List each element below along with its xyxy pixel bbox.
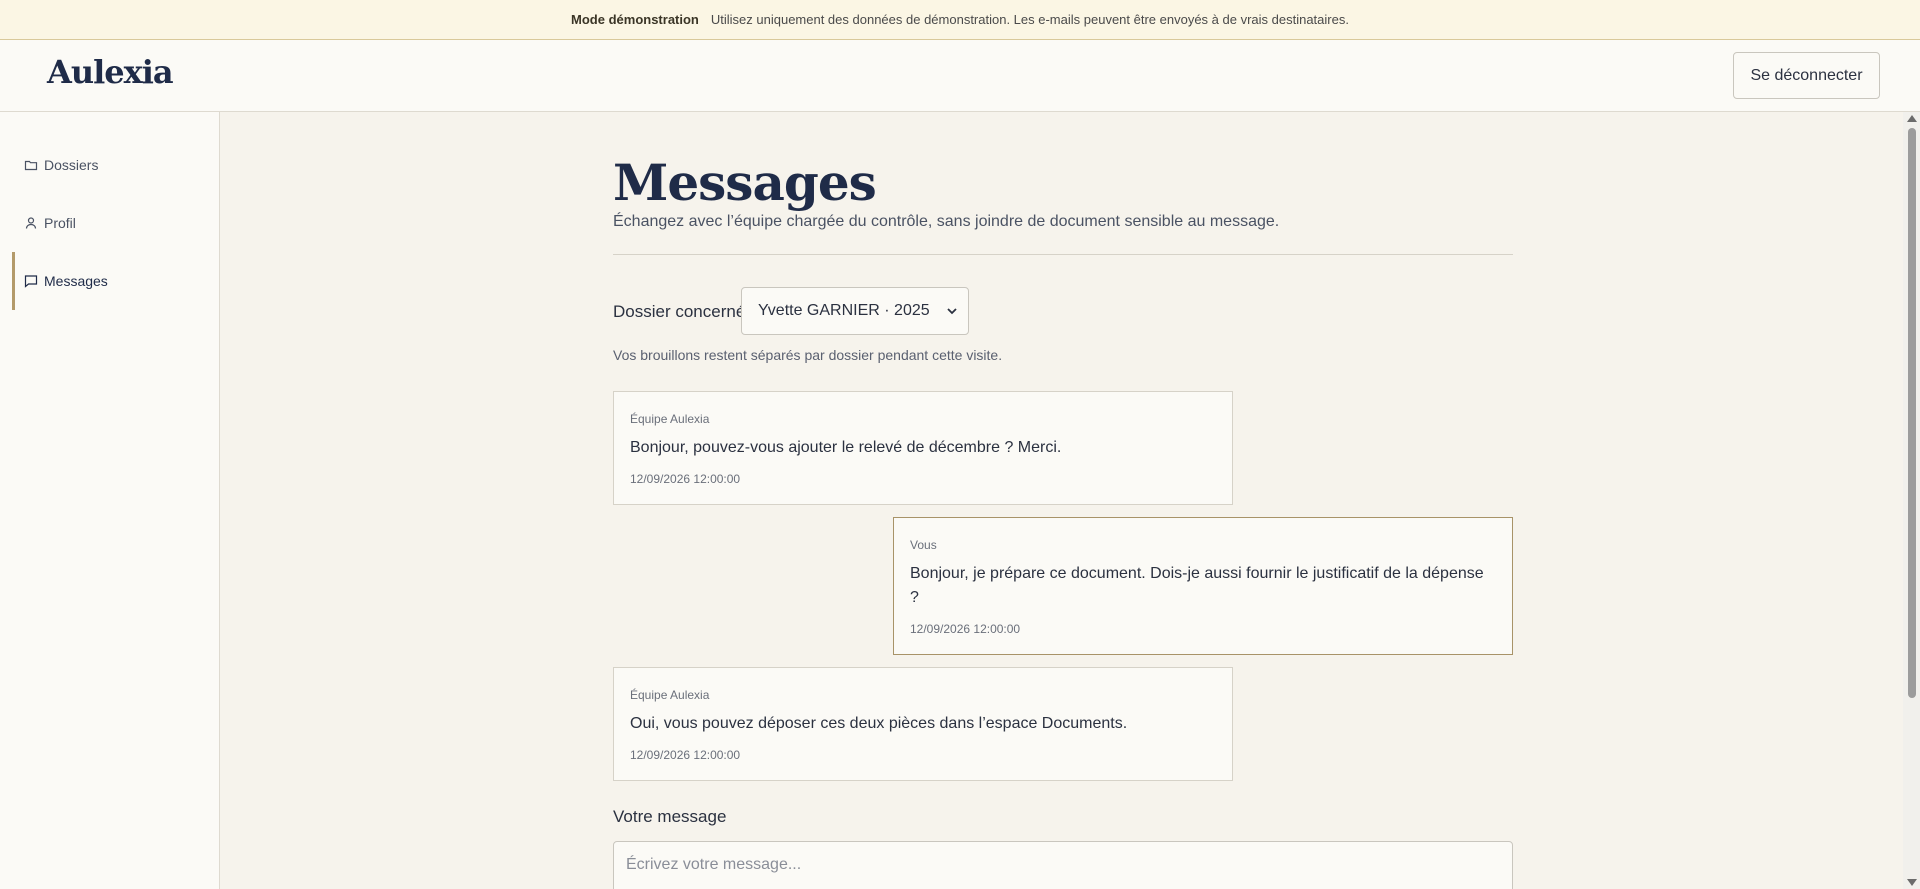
message-timestamp: 12/09/2026 12:00:00 [630, 748, 741, 762]
scroll-down-icon[interactable] [1907, 879, 1917, 886]
sidebar-item-profil[interactable]: Profil [12, 194, 212, 252]
chevron-down-icon [946, 304, 958, 316]
demo-banner: Mode démonstration Utilisez uniquement d… [0, 0, 1920, 40]
demo-banner-title: Mode démonstration [571, 12, 699, 27]
sidebar-item-label: Profil [44, 215, 76, 231]
message-item: Équipe Aulexia Bonjour, pouvez-vous ajou… [613, 391, 1233, 505]
message-timestamp: 12/09/2026 12:00:00 [630, 472, 741, 486]
logo[interactable]: Aulexia [47, 53, 174, 91]
page-title: Messages [613, 153, 877, 212]
message-input[interactable] [613, 841, 1513, 889]
message-item: Équipe Aulexia Oui, vous pouvez déposer … [613, 667, 1233, 781]
drafts-note: Vos brouillons restent séparés par dossi… [613, 347, 1003, 363]
page-subtitle: Échangez avec l’équipe chargée du contrô… [613, 213, 1280, 230]
user-icon [24, 216, 38, 230]
message-body: Bonjour, je prépare ce document. Dois-je… [910, 565, 1484, 606]
dossier-select-value: Yvette GARNIER · 2025 [758, 302, 930, 319]
message-author: Équipe Aulexia [630, 688, 710, 702]
chat-icon [24, 274, 38, 288]
logout-button[interactable]: Se déconnecter [1733, 52, 1880, 99]
sidebar-item-dossiers[interactable]: Dossiers [12, 136, 212, 194]
dossier-label: Dossier concerné [613, 302, 746, 321]
sidebar-item-label: Dossiers [44, 157, 99, 173]
sidebar-item-label: Messages [44, 273, 108, 289]
demo-banner-text: Utilisez uniquement des données de démon… [710, 12, 1349, 27]
dossier-select[interactable]: Yvette GARNIER · 2025 [741, 287, 969, 335]
scrollbar-thumb[interactable] [1908, 128, 1916, 698]
message-author: Vous [910, 538, 937, 552]
message-body: Oui, vous pouvez déposer ces deux pièces… [630, 715, 1128, 732]
sidebar: Dossiers Profil Messages [0, 112, 220, 889]
message-item-mine: Vous Bonjour, je prépare ce document. Do… [893, 517, 1513, 655]
main-content: Messages Échangez avec l’équipe chargée … [220, 112, 1900, 889]
page-scrollbar[interactable] [1903, 112, 1920, 889]
folder-icon [24, 158, 38, 172]
divider [613, 254, 1513, 255]
message-timestamp: 12/09/2026 12:00:00 [910, 622, 1021, 636]
top-header: Aulexia Se déconnecter [0, 40, 1920, 112]
compose-label: Votre message [613, 807, 727, 826]
scroll-up-icon[interactable] [1907, 115, 1917, 122]
message-body: Bonjour, pouvez-vous ajouter le relevé d… [630, 439, 1062, 456]
message-author: Équipe Aulexia [630, 412, 710, 426]
sidebar-item-messages[interactable]: Messages [12, 252, 212, 310]
